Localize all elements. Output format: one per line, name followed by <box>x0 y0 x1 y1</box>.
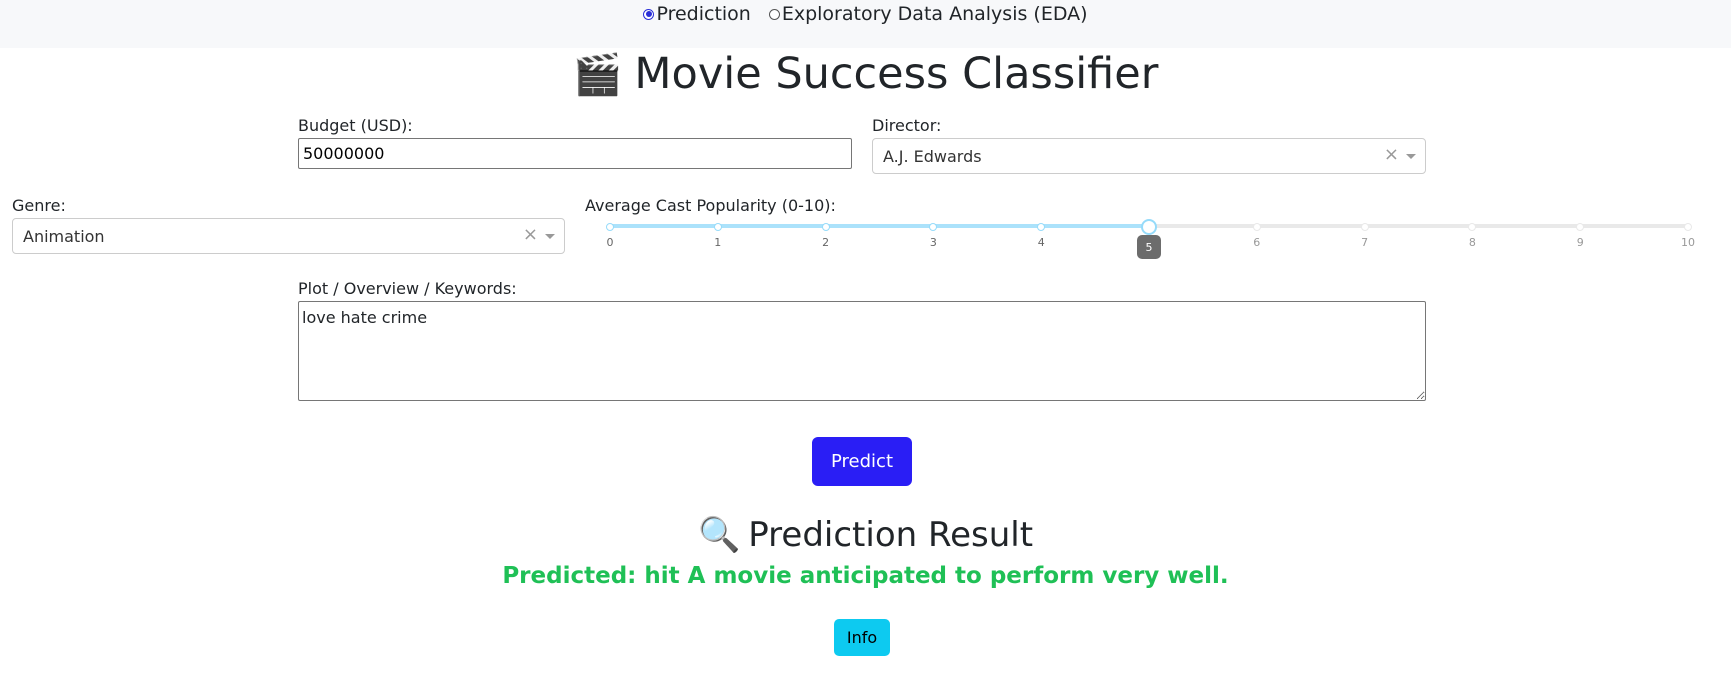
cast-popularity-label: Average Cast Popularity (0-10): <box>585 196 836 215</box>
page-title-text: Movie Success Classifier <box>634 49 1159 99</box>
clapperboard-icon: 🎬 <box>572 52 623 98</box>
slider-mark-label[interactable]: 3 <box>930 236 937 249</box>
radio-checked-icon[interactable] <box>643 8 655 20</box>
slider-dot[interactable] <box>606 223 614 231</box>
genre-select[interactable]: Animation × <box>12 218 565 254</box>
slider-dot[interactable] <box>1360 223 1369 231</box>
budget-label: Budget (USD): <box>298 116 413 135</box>
genre-select-value: Animation <box>23 227 105 246</box>
view-radio-group: Prediction Exploratory Data Analysis (ED… <box>0 0 1731 28</box>
genre-clear-icon[interactable]: × <box>523 224 538 245</box>
magnifier-icon: 🔍 <box>697 515 741 555</box>
slider-mark-label[interactable]: 2 <box>822 236 829 249</box>
slider-mark-label[interactable]: 8 <box>1469 236 1476 249</box>
director-select[interactable]: A.J. Edwards × <box>872 138 1426 174</box>
result-heading: 🔍 Prediction Result <box>0 510 1731 560</box>
plot-label: Plot / Overview / Keywords: <box>298 279 517 298</box>
slider-dot[interactable] <box>713 223 722 231</box>
slider-dot[interactable] <box>1468 223 1477 231</box>
slider-dot[interactable] <box>1252 223 1261 231</box>
page-title: 🎬 Movie Success Classifier <box>0 44 1731 105</box>
slider-dot[interactable] <box>1576 223 1585 231</box>
slider-mark-label[interactable]: 1 <box>714 236 721 249</box>
result-heading-text: Prediction Result <box>748 515 1034 555</box>
radio-prediction[interactable]: Prediction <box>643 3 751 25</box>
slider-value-tooltip: 5 <box>1137 235 1161 259</box>
radio-prediction-label: Prediction <box>656 3 751 25</box>
radio-eda[interactable]: Exploratory Data Analysis (EDA) <box>768 3 1088 25</box>
radio-eda-label: Exploratory Data Analysis (EDA) <box>781 3 1088 25</box>
director-select-value: A.J. Edwards <box>883 147 982 166</box>
plot-textarea[interactable] <box>298 301 1426 401</box>
director-clear-icon[interactable]: × <box>1384 144 1399 165</box>
slider-mark-label[interactable]: 4 <box>1038 236 1045 249</box>
budget-input[interactable] <box>298 138 852 169</box>
prediction-result-text: Predicted: hit A movie anticipated to pe… <box>502 563 1229 589</box>
slider-mark-label[interactable]: 6 <box>1253 236 1260 249</box>
director-label: Director: <box>872 116 942 135</box>
slider-handle[interactable] <box>1141 219 1157 235</box>
slider-track <box>610 224 1149 228</box>
director-chevron-down-icon[interactable] <box>1406 154 1416 159</box>
slider-mark-label[interactable]: 9 <box>1577 236 1584 249</box>
slider-mark-label[interactable]: 7 <box>1361 236 1368 249</box>
genre-label: Genre: <box>12 196 66 215</box>
genre-chevron-down-icon[interactable] <box>545 234 555 239</box>
slider-dot[interactable] <box>929 223 938 231</box>
cast-popularity-slider[interactable]: 0123456789105 <box>606 218 1695 259</box>
slider-dot[interactable] <box>1684 223 1692 231</box>
radio-unchecked-icon[interactable] <box>768 8 780 20</box>
predict-button[interactable]: Predict <box>812 437 912 486</box>
slider-dot[interactable] <box>1037 223 1046 231</box>
slider-mark-label[interactable]: 10 <box>1681 236 1695 249</box>
slider-dot[interactable] <box>821 223 830 231</box>
info-button[interactable]: Info <box>834 619 890 656</box>
slider-mark-label[interactable]: 0 <box>607 236 614 249</box>
